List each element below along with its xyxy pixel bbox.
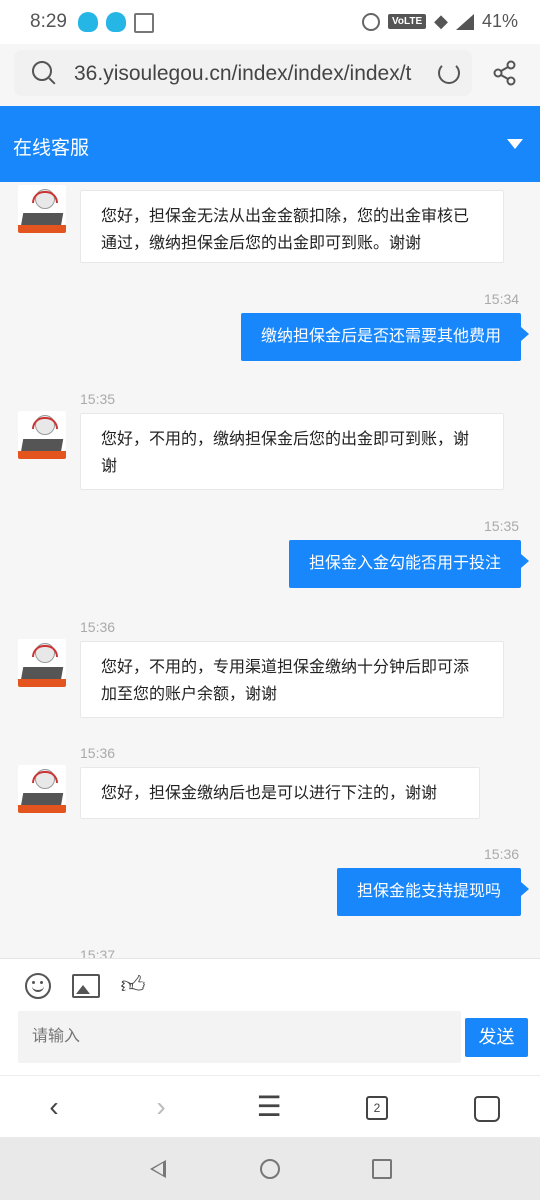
signal-icon (455, 13, 474, 30)
battery-level: 41% (481, 11, 518, 31)
menu-icon[interactable]: ☰ (252, 1090, 286, 1124)
agent-avatar (18, 411, 66, 459)
wifi-icon: ◆ (434, 11, 448, 31)
image-upload-icon[interactable] (72, 974, 100, 998)
agent-avatar (18, 765, 66, 813)
system-home-icon[interactable] (260, 1159, 280, 1179)
notification-icons (78, 12, 154, 33)
message-timestamp: 15:36 (484, 846, 520, 862)
system-recents-icon[interactable] (372, 1159, 392, 1179)
chat-bubble-user: 担保金能支持提现吗 (336, 868, 530, 916)
system-back-icon[interactable] (150, 1160, 166, 1178)
agent-avatar (18, 185, 66, 233)
system-nav-bar (0, 1137, 540, 1200)
emoji-icon[interactable] (25, 973, 51, 999)
status-bar: 8:29 VoLTE ◆ 41% (0, 0, 540, 44)
share-icon-svg (493, 60, 516, 86)
chat-bubble-agent: 您好，担保金无法从出金金额扣除，您的出金审核已通过，缴纳担保金后您的出金即可到账… (80, 190, 504, 263)
chat-bubble-agent: 您好，不用的，专用渠道担保金缴纳十分钟后即可添加至您的账户余额，谢谢 (80, 641, 504, 718)
forward-icon[interactable]: › (144, 1090, 178, 1124)
share-icon[interactable] (492, 60, 518, 86)
chat-bubble-user: 缴纳担保金后是否还需要其他费用 (240, 313, 530, 361)
message-timestamp: 15:35 (80, 391, 116, 407)
dropdown-triangle-icon[interactable] (507, 139, 523, 149)
status-time: 8:29 (30, 11, 67, 32)
browser-nav-bar: ‹ › ☰ 2 (0, 1075, 540, 1138)
address-bar[interactable]: 36.yisoulegou.cn/index/index/index/t (14, 50, 472, 96)
reload-icon[interactable] (438, 62, 460, 84)
back-icon[interactable]: ‹ (37, 1090, 71, 1124)
chat-bubble-agent: 您好，担保金缴纳后也是可以进行下注的，谢谢 (80, 767, 480, 819)
alarm-icon (361, 12, 380, 31)
composer: 👍︎ 发送 (0, 958, 540, 1076)
message-timestamp: 15:35 (484, 518, 520, 534)
search-icon[interactable] (32, 61, 52, 81)
chat-bubble-user: 担保金入金勾能否用于投注 (288, 540, 530, 588)
tabs-button[interactable]: 2 (366, 1096, 388, 1120)
volte-badge: VoLTE (387, 14, 427, 29)
url-text[interactable]: 36.yisoulegou.cn/index/index/index/t (74, 62, 424, 86)
agent-avatar (18, 639, 66, 687)
qq-icon (106, 12, 126, 32)
chat-header: 在线客服 (0, 106, 540, 182)
home-icon[interactable] (474, 1096, 500, 1122)
qq-icon (78, 12, 98, 32)
message-timestamp: 15:36 (80, 619, 116, 635)
message-timestamp: 15:36 (80, 745, 116, 761)
image-notification-icon (134, 13, 154, 33)
chat-bubble-agent: 您好，不用的，缴纳担保金后您的出金即可到账，谢谢 (80, 413, 504, 490)
status-right: VoLTE ◆ 41% (361, 11, 518, 32)
message-input[interactable] (18, 1011, 461, 1063)
send-button[interactable]: 发送 (465, 1018, 528, 1057)
chat-area[interactable]: 您好，担保金无法从出金金额扣除，您的出金审核已通过，缴纳担保金后您的出金即可到账… (0, 182, 540, 958)
page-title: 在线客服 (13, 138, 90, 159)
thumbs-up-icon[interactable]: 👍︎ (120, 973, 146, 999)
message-timestamp: 15:34 (484, 291, 520, 307)
message-timestamp: 15:37 (80, 947, 116, 958)
